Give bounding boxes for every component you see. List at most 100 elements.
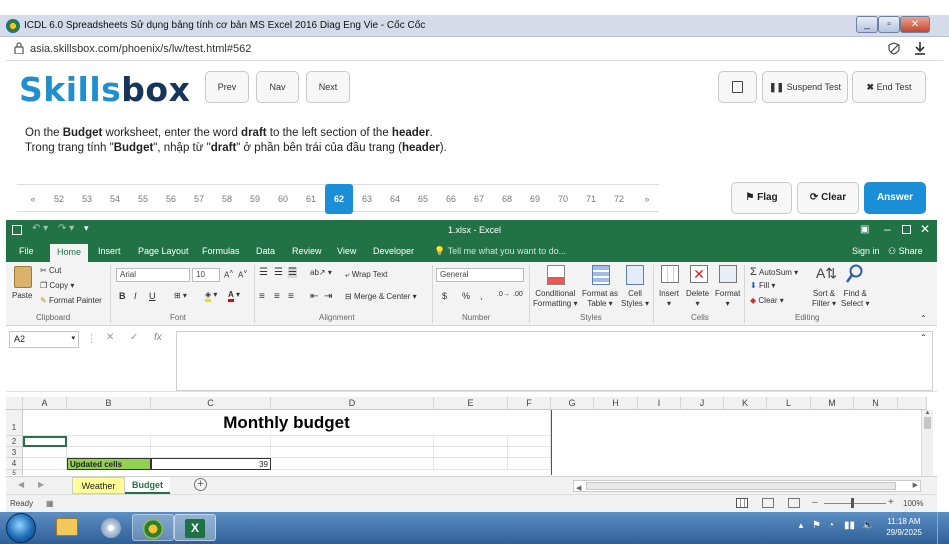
question-number-57[interactable]: 57 — [185, 185, 213, 213]
question-number-70[interactable]: 70 — [549, 185, 577, 213]
cell-e2[interactable] — [434, 436, 508, 447]
zoom-slider[interactable] — [824, 503, 886, 504]
clear-format-button[interactable]: ◆ Clear ▾ — [750, 296, 784, 305]
tab-file[interactable]: File — [19, 246, 34, 256]
question-number-60[interactable]: 60 — [269, 185, 297, 213]
italic-button[interactable]: I — [134, 291, 137, 301]
question-number-63[interactable]: 63 — [353, 185, 381, 213]
fill-button[interactable]: ⬇ Fill ▾ — [750, 281, 775, 290]
sheet-scroll-right-icon[interactable]: ▶ — [38, 480, 44, 489]
formula-input[interactable] — [176, 331, 933, 391]
question-number-71[interactable]: 71 — [577, 185, 605, 213]
clear-button[interactable]: ⟳ Clear — [797, 182, 859, 214]
question-number-59[interactable]: 59 — [241, 185, 269, 213]
end-test-button[interactable]: ✖ End Test — [852, 71, 926, 103]
copy-button[interactable]: ❐ Copy ▾ — [40, 281, 74, 290]
question-number-65[interactable]: 65 — [409, 185, 437, 213]
collapse-ribbon-icon[interactable]: ⌃ — [920, 314, 927, 323]
column-header-d[interactable]: D — [271, 397, 434, 410]
excel-minimize-button[interactable]: – — [884, 222, 891, 236]
network-icon[interactable]: ▮▮ — [844, 520, 855, 531]
scroll-up-arrow[interactable]: ▲ — [922, 410, 933, 416]
borders-icon[interactable]: ⊞ ▾ — [174, 291, 187, 300]
tell-me-box[interactable]: 💡 Tell me what you want to do... — [434, 246, 566, 257]
scroll-right-arrow[interactable]: ▶ — [913, 481, 918, 489]
format-as-table-button[interactable]: Format as Table ▾ — [582, 289, 618, 309]
cancel-entry-icon[interactable]: ✕ — [106, 332, 114, 343]
column-header-partial[interactable] — [898, 397, 927, 410]
sort-filter-button[interactable]: Sort & Filter ▾ — [812, 289, 836, 309]
close-button[interactable]: ✕ — [900, 16, 930, 33]
next-button[interactable]: Next — [306, 71, 350, 103]
increase-decimal-icon[interactable]: .0→ — [497, 291, 510, 298]
tab-review[interactable]: Review — [292, 246, 322, 256]
align-top-icon[interactable]: ☰ — [259, 267, 268, 278]
format-painter-button[interactable]: ✎ Format Painter — [40, 296, 102, 305]
download-icon[interactable] — [914, 41, 926, 55]
cell-c3[interactable] — [151, 447, 271, 458]
zoom-slider-thumb[interactable] — [851, 498, 854, 508]
question-number-52[interactable]: 52 — [45, 185, 73, 213]
zoom-out-icon[interactable]: – — [812, 497, 818, 508]
first-question-button[interactable]: « — [19, 185, 47, 213]
cell-d4[interactable] — [271, 458, 434, 470]
question-number-68[interactable]: 68 — [493, 185, 521, 213]
column-header-h[interactable]: H — [594, 397, 638, 410]
name-box[interactable]: A2 ▾ — [9, 331, 79, 348]
column-header-c[interactable]: C — [151, 397, 271, 410]
excel-close-button[interactable]: ✕ — [920, 222, 930, 236]
cell-e4[interactable] — [434, 458, 508, 470]
calculator-button[interactable] — [718, 71, 757, 103]
question-number-56[interactable]: 56 — [157, 185, 185, 213]
share-button[interactable]: ⚇ Share — [888, 246, 923, 257]
budget-title-cell[interactable]: Monthly budget — [23, 410, 551, 436]
fill-color-icon[interactable]: ◈ ▾ — [205, 290, 217, 302]
insert-function-button[interactable]: fx — [154, 332, 162, 343]
sheet-tab-budget[interactable]: Budget — [125, 477, 170, 494]
coc-coc-taskbar-icon[interactable] — [132, 514, 174, 541]
tab-view[interactable]: View — [337, 246, 356, 256]
horizontal-scrollbar[interactable]: ◀ ▶ — [573, 480, 921, 492]
column-header-k[interactable]: K — [724, 397, 767, 410]
wrap-text-button[interactable]: ⤶ Wrap Text — [345, 270, 387, 280]
scroll-thumb[interactable] — [924, 417, 931, 429]
merge-center-button[interactable]: ⊟ Merge & Center ▾ — [345, 292, 417, 301]
shield-icon[interactable] — [888, 42, 900, 55]
percent-button[interactable]: % — [462, 291, 470, 301]
clock[interactable]: 11:18 AM 29/9/2025 — [880, 516, 928, 538]
excel-restore-button[interactable] — [902, 225, 911, 234]
flag-button[interactable]: ⚑ Flag — [731, 182, 792, 214]
currency-button[interactable]: $ — [442, 291, 447, 301]
undo-icon[interactable]: ↶ ▾ — [32, 223, 48, 234]
worksheet-grid[interactable]: A B C D E F G H I J K L M N 1 2 3 4 5 Mo… — [6, 397, 927, 475]
cell-styles-button[interactable]: Cell Styles ▾ — [621, 289, 649, 309]
suspend-test-button[interactable]: ❚❚ Suspend Test — [762, 71, 848, 103]
ribbon-display-options-icon[interactable]: ▣ — [860, 224, 869, 235]
tray-flag-icon[interactable]: ⚑ — [812, 520, 821, 531]
insert-cells-button[interactable]: Insert ▾ — [659, 289, 679, 309]
align-bottom-icon[interactable]: ☰ — [288, 267, 297, 278]
minimize-button[interactable]: _ — [856, 16, 878, 33]
cell-f4[interactable] — [508, 458, 551, 470]
question-number-72[interactable]: 72 — [605, 185, 633, 213]
cell-d2[interactable] — [271, 436, 434, 447]
cell-f3[interactable] — [508, 447, 551, 458]
question-number-54[interactable]: 54 — [101, 185, 129, 213]
sheet-tab-weather[interactable]: Weather — [72, 477, 125, 494]
cell-a4[interactable] — [23, 458, 67, 470]
row-header-5[interactable]: 5 — [6, 470, 23, 475]
align-middle-icon[interactable]: ☰ — [274, 267, 283, 278]
column-header-l[interactable]: L — [767, 397, 811, 410]
column-header-b[interactable]: B — [67, 397, 151, 410]
tab-data[interactable]: Data — [256, 246, 275, 256]
tab-home[interactable]: Home — [50, 244, 89, 262]
zoom-in-icon[interactable]: + — [888, 497, 894, 508]
updated-cells-label[interactable]: Updated cells — [67, 458, 151, 470]
font-size-select[interactable]: 10 — [192, 268, 220, 282]
autosum-button[interactable]: Σ AutoSum ▾ — [750, 266, 798, 278]
align-left-icon[interactable]: ≡ — [259, 291, 265, 302]
find-select-button[interactable]: Find & Select ▾ — [841, 289, 869, 309]
question-number-69[interactable]: 69 — [521, 185, 549, 213]
column-header-e[interactable]: E — [434, 397, 508, 410]
cell-a2-selected[interactable] — [23, 436, 67, 447]
